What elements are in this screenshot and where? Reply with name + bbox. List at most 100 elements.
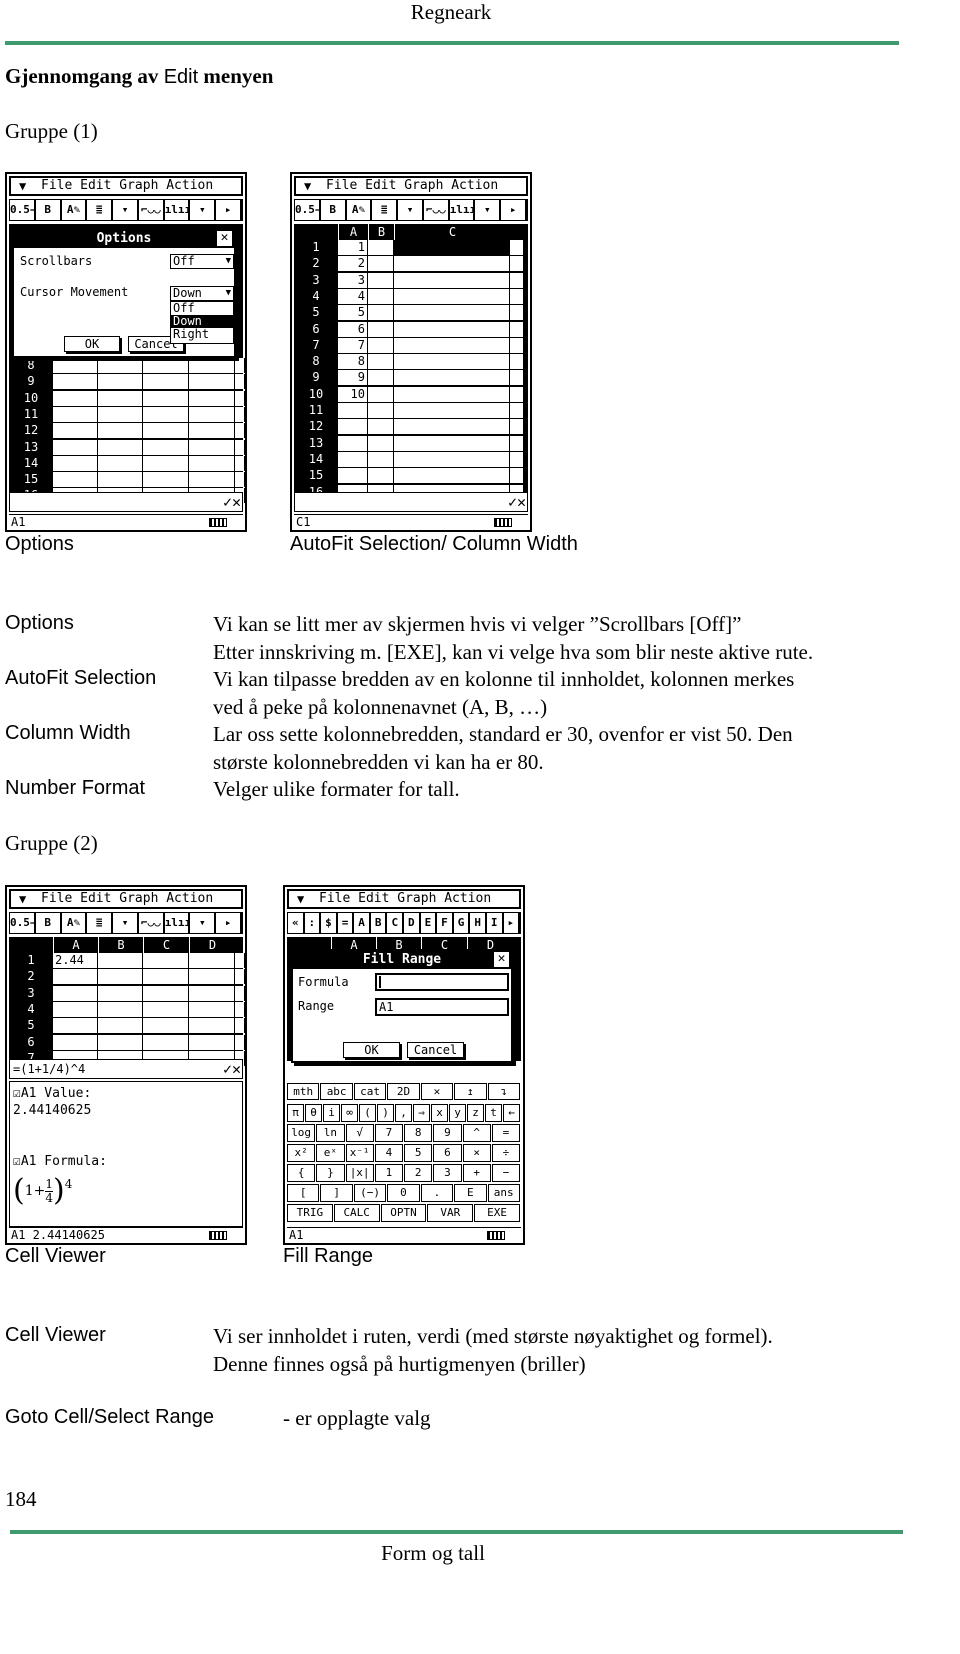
key[interactable]: t (485, 1104, 502, 1122)
grid-cell[interactable] (368, 240, 394, 255)
check-x-icon[interactable]: ✓✕ (223, 1060, 241, 1078)
cursor-options-list[interactable]: Off Down Right (170, 301, 234, 344)
key[interactable]: E (454, 1184, 487, 1202)
toolbar-button[interactable]: ▸ (216, 200, 243, 220)
grid-cell[interactable] (53, 423, 98, 439)
grid-cell[interactable] (98, 1018, 143, 1034)
key[interactable]: } (316, 1164, 345, 1182)
key[interactable]: θ (305, 1104, 322, 1122)
toolbar-button[interactable]: G (454, 913, 471, 933)
menu-bar[interactable]: ▼ File Edit Graph Action (287, 889, 521, 909)
menu-bar[interactable]: ▼ File Edit Graph Action (9, 889, 243, 909)
grid-cell[interactable]: 8 (338, 354, 368, 370)
entry-line[interactable]: ✓✕ (9, 492, 243, 512)
toolbar-button[interactable]: D (404, 913, 421, 933)
row-header[interactable]: 5 (9, 1018, 53, 1034)
key[interactable]: 1 (374, 1164, 403, 1182)
grid-cell[interactable] (235, 439, 245, 455)
cancel-button[interactable]: Cancel (407, 1042, 464, 1058)
cursor-movement-select[interactable]: Down ▼ (170, 286, 234, 301)
row-header[interactable]: 8 (294, 354, 338, 370)
grid-cell[interactable] (510, 354, 524, 370)
grid-cell[interactable]: 1 (338, 240, 368, 255)
grid-cell[interactable] (98, 472, 143, 488)
column-header-A[interactable]: A (53, 937, 98, 953)
menu-items[interactable]: File Edit Graph Action (326, 178, 498, 193)
row-header[interactable]: 4 (294, 288, 338, 304)
grid-cell[interactable] (98, 1001, 143, 1017)
close-icon[interactable]: ✕ (217, 231, 232, 246)
grid-cell[interactable] (235, 953, 245, 968)
grid-cell[interactable] (235, 374, 245, 390)
grid-cell[interactable] (394, 370, 510, 386)
row-header[interactable]: 10 (9, 390, 53, 406)
column-header-A[interactable]: A (338, 224, 368, 240)
cell-reference-toolbar[interactable]: «: $ = A B C D E F G H I ▸ (287, 912, 521, 934)
key[interactable]: , (395, 1104, 412, 1122)
grid-cell[interactable] (368, 305, 394, 321)
key[interactable]: π (287, 1104, 304, 1122)
toolbar-button[interactable]: = (338, 913, 355, 933)
key[interactable]: ans (487, 1184, 520, 1202)
grid-cell[interactable] (143, 472, 189, 488)
formula-label[interactable]: ☑A1 Formula: (13, 1153, 239, 1170)
grid-cell[interactable] (338, 468, 368, 484)
key[interactable]: eˣ (316, 1144, 345, 1162)
menu-chevron-icon[interactable]: ▼ (304, 178, 311, 194)
grid-cell[interactable] (143, 374, 189, 390)
toolbar-button[interactable]: A✎ (62, 200, 88, 220)
row-header[interactable]: 15 (294, 468, 338, 484)
key[interactable]: EXE (474, 1204, 520, 1222)
grid-cell[interactable] (368, 419, 394, 435)
key[interactable]: TRIG (287, 1204, 333, 1222)
column-header-C[interactable]: C (394, 224, 510, 240)
grid-cell[interactable] (143, 985, 189, 1001)
menu-chevron-icon[interactable]: ▼ (19, 891, 26, 907)
toolbar-button[interactable]: ▾ (190, 200, 217, 220)
entry-line[interactable]: ✓✕ (294, 492, 528, 512)
toolbar-button[interactable]: ▾ (475, 200, 502, 220)
check-icon[interactable]: ✓ (508, 493, 517, 511)
keyboard-tab[interactable]: cat (353, 1083, 387, 1100)
grid-cell[interactable] (143, 390, 189, 406)
grid-cell[interactable] (98, 374, 143, 390)
key[interactable]: x² (287, 1144, 316, 1162)
grid-cell[interactable] (53, 472, 98, 488)
menu-bar[interactable]: ▼ File Edit Graph Action (9, 176, 243, 196)
row-header[interactable]: 14 (9, 455, 53, 471)
toolbar-button[interactable]: B (371, 913, 388, 933)
grid-cell[interactable]: 7 (338, 337, 368, 353)
grid-cell[interactable] (368, 354, 394, 370)
toolbar[interactable]: 0.5→½BA✎≣▾⌐◡◡ılıı▾▸ (294, 199, 528, 221)
column-header-B[interactable]: B (368, 224, 394, 240)
row-header[interactable]: 10 (294, 386, 338, 402)
key[interactable]: ^ (462, 1124, 491, 1142)
grid-cell[interactable] (368, 256, 394, 272)
grid-cell[interactable] (235, 390, 245, 406)
key[interactable]: 3 (433, 1164, 462, 1182)
keyboard-tab[interactable]: mth (287, 1083, 320, 1100)
grid-cell[interactable]: 2.44 (53, 953, 98, 968)
toolbar-button[interactable]: ▾ (113, 913, 139, 933)
grid-cell[interactable] (53, 969, 98, 985)
grid-cell[interactable]: 6 (338, 321, 368, 337)
grid-cell[interactable] (394, 354, 510, 370)
toolbar-button[interactable]: 0.5→½ (295, 200, 321, 220)
grid-cell[interactable] (143, 953, 189, 968)
toolbar-button[interactable]: A✎ (62, 913, 88, 933)
menu-items[interactable]: File Edit Graph Action (41, 178, 213, 193)
value-label[interactable]: ☑A1 Value: (13, 1085, 239, 1102)
chevron-down-icon[interactable]: ▼ (226, 255, 231, 268)
keyboard-tab[interactable]: ✕ (420, 1083, 454, 1100)
grid-cell[interactable] (235, 423, 245, 439)
grid-cell[interactable] (189, 455, 235, 471)
column-header-C[interactable]: C (143, 937, 189, 953)
grid-cell[interactable] (98, 358, 143, 373)
grid-cell[interactable] (53, 985, 98, 1001)
key[interactable]: 9 (433, 1124, 462, 1142)
grid-cell[interactable] (53, 455, 98, 471)
grid-cell[interactable] (510, 272, 524, 288)
grid-cell[interactable] (510, 386, 524, 402)
grid-cell[interactable] (53, 374, 98, 390)
entry-text[interactable]: =(1+1/4)^4 (13, 1062, 85, 1076)
